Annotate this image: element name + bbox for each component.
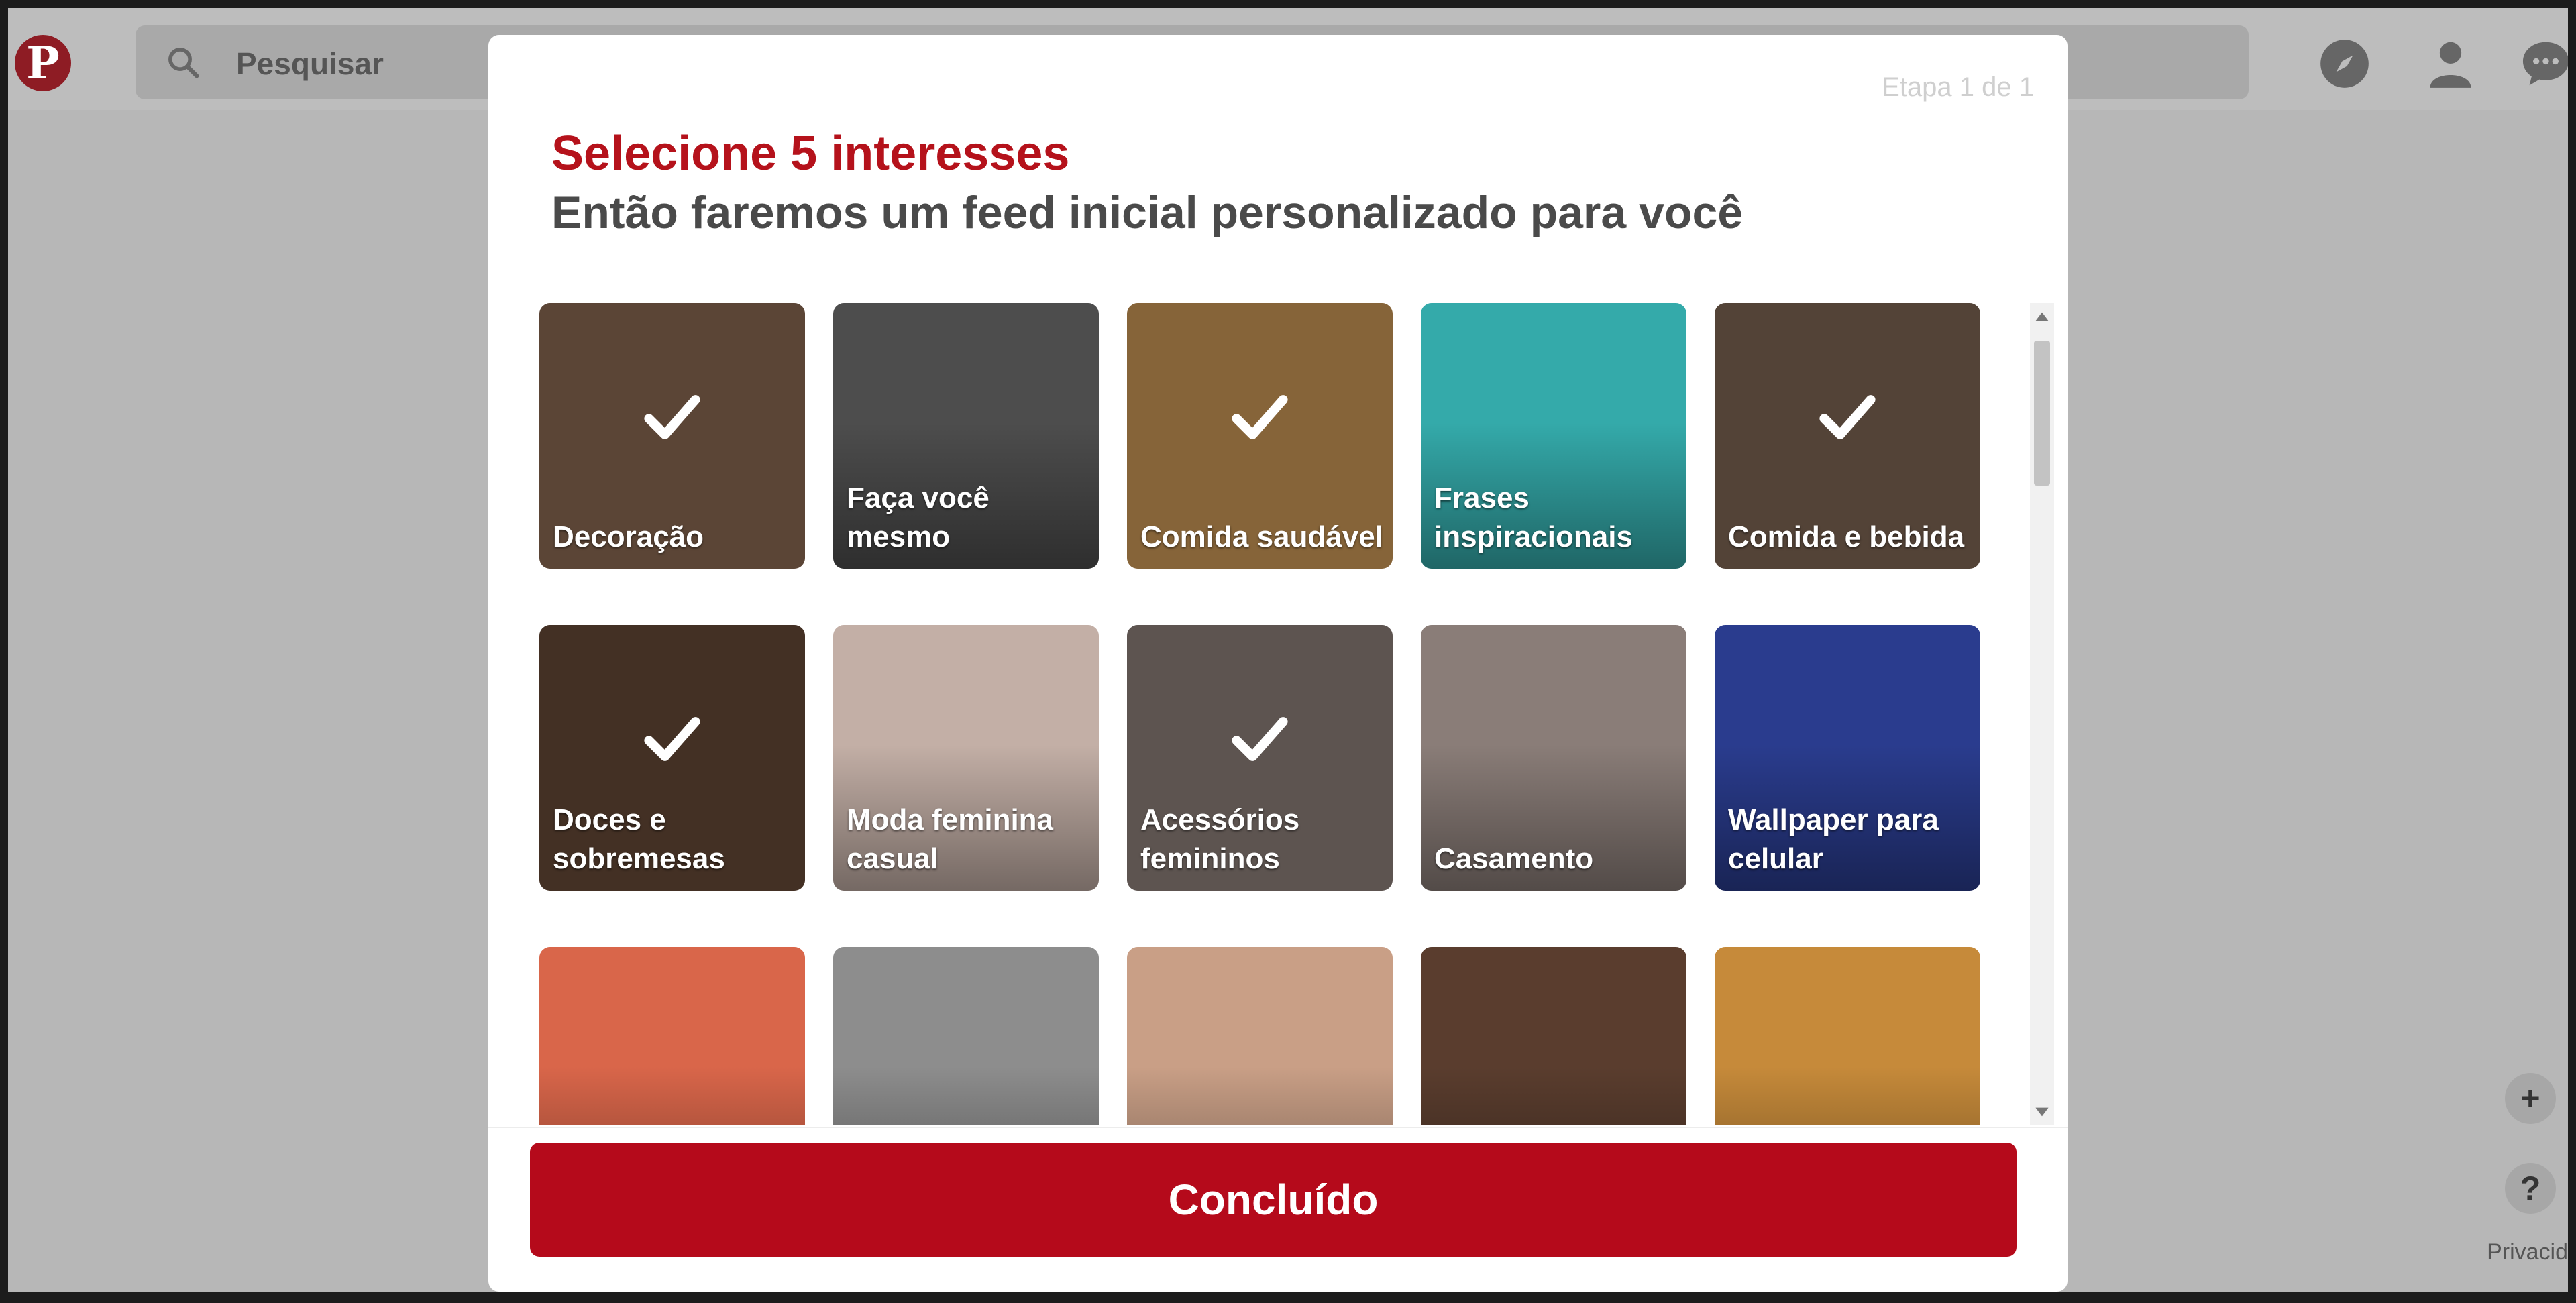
check-icon	[1232, 395, 1288, 439]
interests-modal: Etapa 1 de 1 Selecione 5 interesses Entã…	[488, 35, 2068, 1292]
modal-subtitle: Então faremos um feed inicial personaliz…	[551, 187, 1743, 238]
interest-label: Acessórios femininos	[1140, 803, 1300, 875]
interest-tile[interactable]	[833, 947, 1099, 1125]
privacy-link[interactable]: Privacid	[2487, 1239, 2568, 1265]
interest-label: Comida saudável	[1140, 520, 1383, 553]
pinterest-screen: P Pesquisar + ? Privacid Etapa 1 de 1 Se…	[8, 8, 2568, 1292]
step-indicator: Etapa 1 de 1	[1882, 72, 2034, 102]
user-icon[interactable]	[2422, 35, 2479, 93]
search-placeholder: Pesquisar	[236, 46, 384, 81]
check-icon	[644, 717, 700, 761]
interest-label: Moda feminina casual	[847, 803, 1054, 875]
done-button[interactable]: Concluído	[530, 1143, 2017, 1257]
interest-label: Comida e bebida	[1728, 520, 1965, 553]
interest-tile[interactable]: Comida e bebida	[1715, 303, 1980, 569]
scrollbar-thumb[interactable]	[2034, 341, 2050, 486]
interest-tile[interactable]	[1715, 947, 1980, 1125]
chat-icon[interactable]	[2517, 35, 2568, 93]
check-icon	[1232, 717, 1288, 761]
interest-tile[interactable]: Comida saudável	[1127, 303, 1393, 569]
search-icon	[168, 48, 199, 78]
interest-tile[interactable]: Acessórios femininos	[1127, 625, 1393, 891]
interest-tile[interactable]	[1421, 947, 1686, 1125]
interest-tile[interactable]: Faça você mesmo	[833, 303, 1099, 569]
help-icon[interactable]: ?	[2505, 1163, 2556, 1214]
interests-grid: Decoração Faça você mesmo Comida saudáve…	[539, 303, 2002, 1125]
interest-tile[interactable]: Frases inspiracionais	[1421, 303, 1686, 569]
check-icon	[1819, 395, 1876, 439]
interest-label: Decoração	[553, 520, 704, 553]
footer-divider	[488, 1127, 2068, 1128]
interest-label: Casamento	[1434, 842, 1594, 875]
modal-title: Selecione 5 interesses	[551, 127, 1070, 180]
interest-label: Faça você mesmo	[847, 481, 989, 553]
check-icon	[644, 395, 700, 439]
plus-icon[interactable]: +	[2505, 1073, 2556, 1124]
interest-label: Frases inspiracionais	[1434, 481, 1633, 553]
interest-tile[interactable]	[1127, 947, 1393, 1125]
pinterest-logo[interactable]: P	[15, 35, 71, 91]
interest-tile[interactable]: Wallpaper para celular	[1715, 625, 1980, 891]
interest-label: Wallpaper para celular	[1728, 803, 1939, 875]
interest-tile[interactable]: Decoração	[539, 303, 805, 569]
tile-overlay	[1127, 947, 1393, 1125]
interest-tile[interactable]: Casamento	[1421, 625, 1686, 891]
interest-tile[interactable]	[539, 947, 805, 1125]
tile-overlay	[539, 947, 805, 1125]
interest-tile[interactable]: Doces e sobremesas	[539, 625, 805, 891]
tile-overlay	[1715, 947, 1980, 1125]
interest-tile[interactable]: Moda feminina casual	[833, 625, 1099, 891]
tile-overlay	[833, 947, 1099, 1125]
scroll-up-arrow-icon[interactable]	[2030, 306, 2054, 327]
tile-overlay	[1421, 947, 1686, 1125]
compass-icon[interactable]	[2316, 35, 2373, 93]
scroll-down-arrow-icon[interactable]	[2030, 1101, 2054, 1123]
interest-label: Doces e sobremesas	[553, 803, 725, 875]
grid-scrollbar[interactable]	[2030, 303, 2054, 1125]
